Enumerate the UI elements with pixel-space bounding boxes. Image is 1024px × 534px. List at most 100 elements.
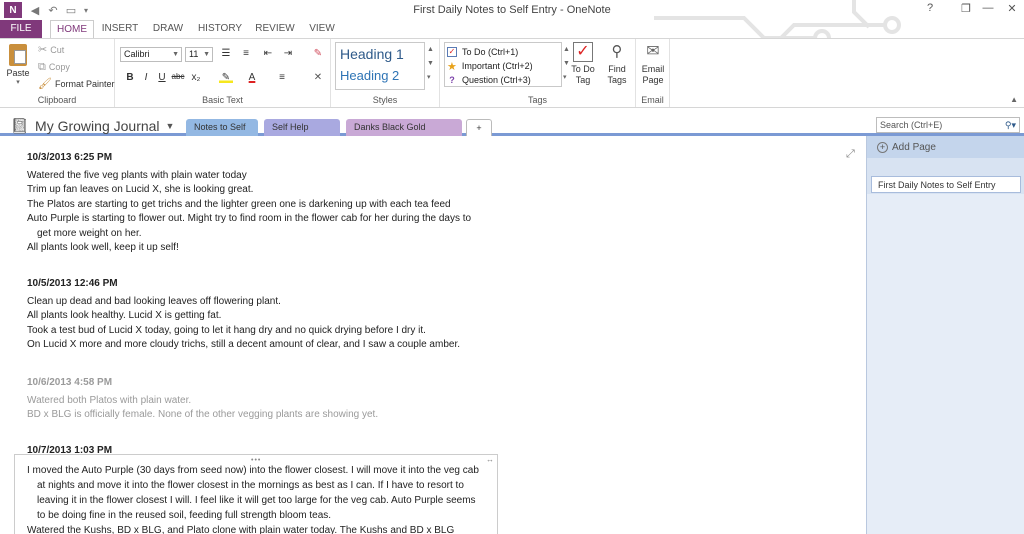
entry-line: get more weight on her. [37, 227, 142, 239]
notebook-icon: 📓︎ [10, 118, 30, 135]
brush-icon: 🖌 [38, 78, 52, 90]
entry-block[interactable]: 10/7/2013 1:03 PM [27, 444, 112, 454]
format-painter-button[interactable]: 🖌 Format Painter [38, 77, 115, 91]
question-icon: ? [449, 75, 455, 85]
entry-line: All plants look healthy. Lucid X is gett… [27, 310, 222, 321]
tag-important[interactable]: ★ Important (Ctrl+2) [447, 59, 533, 73]
entry-line: All plants look well, keep it up self! [27, 242, 179, 253]
email-page-button[interactable]: ✉ Email Page [638, 42, 668, 86]
envelope-icon: ✉ [646, 43, 660, 60]
add-page-label: Add Page [892, 141, 936, 153]
help-button[interactable]: ? [920, 2, 940, 18]
delete-icon[interactable]: ✕ [311, 72, 325, 83]
styles-group-label: Styles [372, 95, 398, 105]
format-painter-label: Format Painter [54, 79, 115, 89]
todo-check-icon: ✓ [573, 42, 593, 62]
tag-important-label: Important (Ctrl+2) [461, 61, 533, 71]
find-tags-icon: ⚲ [611, 43, 623, 60]
tag-todo[interactable]: ✓ To Do (Ctrl+1) [447, 45, 518, 59]
entry-line: Clean up dead and bad looking leaves off… [27, 295, 281, 307]
note-line: to be doing fine in the reused soil, fee… [37, 510, 332, 521]
clipboard-group-label: Clipboard [37, 95, 77, 105]
entry-line: Watered both Platos with plain water. [27, 394, 192, 406]
heading-2-style[interactable]: Heading 2 [340, 68, 399, 83]
entry-block[interactable]: 10/6/2013 4:58 PM Watered both Platos wi… [27, 376, 378, 423]
cut-button[interactable]: ✂ Cut [38, 43, 64, 57]
tab-review[interactable]: REVIEW [252, 20, 298, 38]
styles-gallery[interactable]: Heading 1 Heading 2 [335, 42, 425, 90]
clear-formatting-icon[interactable]: ✎ [311, 48, 325, 59]
collapse-ribbon-icon[interactable]: ▲ [1010, 95, 1018, 104]
copy-label: Copy [48, 62, 70, 72]
note-line: I moved the Auto Purple (30 days from se… [27, 465, 479, 476]
todo-tag-button[interactable]: ✓ To Do Tag [568, 42, 598, 86]
tab-view[interactable]: VIEW [304, 20, 340, 38]
add-section-icon[interactable]: + [466, 119, 492, 136]
styles-group: Heading 1 Heading 2 ▲ ▼ ▾ Styles [331, 39, 440, 107]
ribbon-tabs: FILE HOME INSERT DRAW HISTORY REVIEW VIE… [0, 20, 1024, 38]
note-container[interactable]: ••• ↔ I moved the Auto Purple (30 days f… [14, 454, 498, 534]
close-button[interactable]: ✕ [1002, 2, 1022, 18]
tab-insert[interactable]: INSERT [98, 20, 142, 38]
align-icon[interactable]: ≡ [275, 72, 289, 83]
basic-text-group: Calibri ▼ 11 ▼ ☰ ≡ ⇤ ⇥ ✎ B I U abc x₂ ✎ A … [115, 39, 331, 107]
heading-1-style[interactable]: Heading 1 [340, 46, 404, 62]
note-line: at nights and move it into the flower cl… [37, 480, 464, 491]
star-icon: ★ [447, 60, 457, 73]
entry-date: 10/7/2013 1:03 PM [27, 445, 113, 454]
entry-date: 10/5/2013 12:46 PM [27, 278, 118, 289]
font-size-select[interactable]: 11 ▼ [185, 47, 213, 62]
bold-icon[interactable]: B [123, 72, 137, 83]
entry-block[interactable]: 10/3/2013 6:25 PM Watered the five veg p… [27, 151, 471, 256]
paste-button[interactable]: Paste ▾ [4, 42, 32, 86]
clipboard-group: Paste ▾ ✂ Cut ⧉ Copy 🖌 Format Painter Clipb… [0, 39, 115, 107]
page-canvas[interactable]: ⤢ 10/3/2013 6:25 PM Watered the five veg… [0, 136, 866, 534]
display-options-button[interactable]: ❐ [956, 2, 976, 18]
tag-question-label: Question (Ctrl+3) [462, 75, 531, 85]
strikethrough-icon[interactable]: abc [171, 72, 185, 81]
tab-home[interactable]: HOME [50, 20, 94, 38]
find-tags-button[interactable]: ⚲ Find Tags [602, 42, 632, 86]
section-tab-danks-black-gold-recipe[interactable]: Danks Black Gold Recipe [346, 119, 462, 149]
entry-line: BD x BLG is officially female. None of t… [27, 409, 379, 420]
subscript-icon[interactable]: x₂ [189, 72, 203, 83]
expand-icon[interactable]: ⤢ [846, 148, 855, 161]
styles-scroll-icon[interactable]: ▲ ▼ ▾ [427, 43, 434, 85]
note-line: leaving it in the flower closest I will.… [37, 495, 476, 506]
page-list-item[interactable]: First Daily Notes to Self Entry [871, 176, 1021, 193]
tags-gallery[interactable]: ✓ To Do (Ctrl+1) ★ Important (Ctrl+2) ? Que… [444, 42, 562, 87]
chevron-down-icon: ▼ [165, 121, 175, 131]
entry-line: Auto Purple is starting to flower out. M… [27, 213, 472, 224]
bullets-icon[interactable]: ☰ [219, 48, 233, 59]
entry-block[interactable]: 10/5/2013 12:46 PM Clean up dead and bad… [27, 277, 460, 353]
paste-label: Paste [6, 68, 30, 78]
tab-history[interactable]: HISTORY [196, 20, 244, 38]
add-page-button[interactable]: + Add Page [867, 136, 1024, 158]
entry-line: The Platos are starting to get trichs an… [27, 198, 451, 210]
ribbon: Paste ▾ ✂ Cut ⧉ Copy 🖌 Format Painter Clipb… [0, 38, 1024, 108]
resize-handle-icon[interactable]: ↔ [486, 452, 494, 467]
tab-draw[interactable]: DRAW [148, 20, 188, 38]
drag-handle-icon[interactable]: ••• [251, 453, 261, 468]
underline-icon[interactable]: U [155, 72, 169, 83]
tag-question[interactable]: ? Question (Ctrl+3) [447, 73, 531, 87]
section-tab-notes-to-self[interactable]: Notes to Self [186, 119, 258, 136]
notebook-bar: 📓︎ My Growing Journal ▼ Notes to Self Se… [0, 108, 1024, 149]
notebook-name: My Growing Journal [35, 118, 160, 134]
highlight-icon[interactable]: ✎ [219, 72, 233, 83]
entry-date: 10/6/2013 4:58 PM [27, 377, 113, 388]
section-tab-self-help-guide[interactable]: Self Help Guide [264, 119, 340, 149]
increase-indent-icon[interactable]: ⇥ [281, 48, 295, 59]
italic-icon[interactable]: I [139, 72, 153, 83]
copy-icon: ⧉ [38, 61, 46, 73]
search-input[interactable]: Search (Ctrl+E) ⚲▾ [876, 117, 1020, 133]
copy-button[interactable]: ⧉ Copy [38, 60, 70, 74]
font-color-icon[interactable]: A [245, 72, 259, 83]
page-list-panel: + Add Page First Daily Notes to Self Ent… [866, 136, 1024, 534]
tab-file[interactable]: FILE [0, 20, 42, 38]
font-name-select[interactable]: Calibri ▼ [120, 47, 182, 62]
decrease-indent-icon[interactable]: ⇤ [261, 48, 275, 59]
minimize-button[interactable]: — [978, 2, 998, 18]
notebook-selector[interactable]: 📓︎ My Growing Journal ▼ [10, 117, 174, 135]
numbering-icon[interactable]: ≡ [239, 48, 253, 59]
